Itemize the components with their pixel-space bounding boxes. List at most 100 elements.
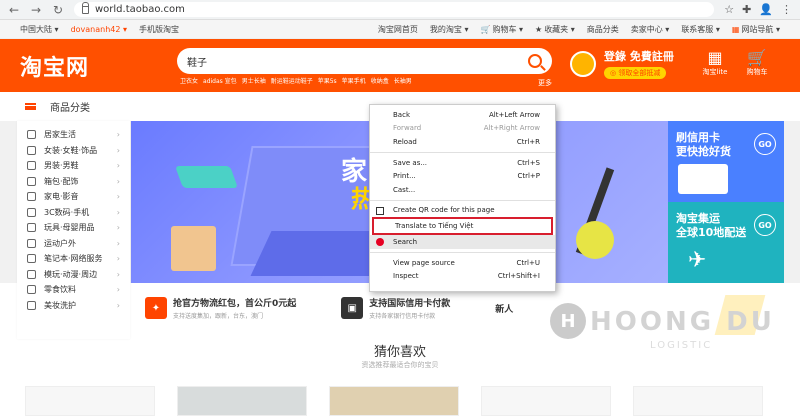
cart-button[interactable]: 🛒 购物车: [742, 49, 772, 77]
menu-label: Print...: [393, 172, 416, 181]
sidebar-item-home[interactable]: 居家生活 ›: [17, 127, 130, 143]
credit-card-payment-info[interactable]: ▣ 支持国际信用卡付款 支持各家银行信用卡付款: [341, 296, 450, 320]
sidebar-item-sports[interactable]: 运动户外 ›: [17, 236, 130, 252]
chevron-right-icon: ›: [116, 207, 120, 217]
menu-shortcut: Alt+Right Arrow: [483, 124, 540, 133]
hotword[interactable]: adidas 宣包: [203, 76, 237, 85]
phone-icon: [27, 207, 36, 217]
menu-label: Cast...: [393, 185, 416, 194]
sidebar-item-beauty[interactable]: 美妆洗护 ›: [17, 298, 130, 314]
menu-item-translate[interactable]: Translate to Tiếng Việt: [372, 217, 553, 236]
avatar[interactable]: [570, 50, 596, 77]
home-link[interactable]: 淘宝网首页: [378, 24, 418, 35]
search-icon[interactable]: [528, 54, 542, 68]
region-selector[interactable]: 中国大陆 ▾: [20, 24, 59, 35]
search-box: [177, 48, 552, 74]
newuser-info[interactable]: 新人: [495, 296, 513, 320]
site-nav-link[interactable]: ▦ 网站导航 ▾: [732, 24, 780, 35]
logistics-redpacket-info[interactable]: ✦ 抢官方物流红包，首公斤0元起 支持送度集加，跟新，台东，澳门: [145, 296, 296, 320]
register-link[interactable]: 免費註冊: [630, 50, 674, 63]
product-card[interactable]: [329, 386, 459, 416]
bookmark-star-icon[interactable]: ☆: [724, 3, 734, 16]
sports-icon: [27, 238, 36, 248]
menu-item-create-qr[interactable]: Create QR code for this page: [370, 204, 555, 218]
menu-label: Back: [393, 110, 410, 119]
go-button[interactable]: GO: [754, 133, 776, 155]
go-button[interactable]: GO: [754, 214, 776, 236]
menu-label: Create QR code for this page: [393, 206, 495, 215]
seller-center-link[interactable]: 卖家中心 ▾: [631, 24, 670, 35]
sidebar-item-women[interactable]: 女装·女鞋·饰品 ›: [17, 143, 130, 159]
chevron-right-icon: ›: [116, 238, 120, 248]
user-area: 登錄 免費註冊 ◎ 领取全部抵减: [570, 48, 674, 79]
sidebar-item-appliances[interactable]: 家电·影音 ›: [17, 189, 130, 205]
username-link[interactable]: dovananh42 ▾: [71, 25, 127, 34]
service-info-row: ✦ 抢官方物流红包，首公斤0元起 支持送度集加，跟新，台东，澳门 ▣ 支持国际信…: [145, 296, 513, 320]
category-sidebar: 居家生活 › 女装·女鞋·饰品 › 男装·男鞋 › 箱包·配饰 › 家电·影音 › 3C数…: [17, 121, 130, 339]
customer-service-link[interactable]: 联系客服 ▾: [681, 24, 720, 35]
product-card[interactable]: [25, 386, 155, 416]
taobao-lite-button[interactable]: ▦ 淘宝lite: [700, 49, 730, 77]
cart-link-label: 购物车 ▾: [492, 24, 524, 34]
menu-item-view-source[interactable]: View page source Ctrl+U: [370, 256, 555, 270]
hotword[interactable]: 苹果5s: [318, 76, 337, 85]
menu-separator: [370, 251, 555, 253]
login-link[interactable]: 登錄: [604, 50, 626, 63]
menu-item-search[interactable]: Search: [370, 235, 555, 249]
favorites-link[interactable]: ★ 收藏夹 ▾: [535, 24, 575, 35]
sidebar-item-bags[interactable]: 箱包·配饰 ›: [17, 174, 130, 190]
cart-link[interactable]: 🛒 购物车 ▾: [480, 24, 523, 35]
my-taobao-link[interactable]: 我的淘宝 ▾: [430, 24, 469, 35]
category-label[interactable]: 商品分类: [50, 99, 90, 114]
sidebar-item-digital[interactable]: 3C数码·手机 ›: [17, 205, 130, 221]
categories-link[interactable]: 商品分类: [587, 24, 619, 35]
profile-icon[interactable]: 👤: [759, 3, 773, 16]
search-input[interactable]: [187, 55, 507, 67]
mobile-link[interactable]: 手机版淘宝: [139, 24, 179, 35]
forward-icon[interactable]: →: [30, 3, 42, 17]
menu-kebab-icon[interactable]: ⋮: [781, 3, 792, 16]
menu-item-reload[interactable]: Reload Ctrl+R: [370, 135, 555, 149]
more-hotwords-link[interactable]: 更多: [538, 78, 552, 88]
reload-icon[interactable]: ↻: [52, 3, 64, 17]
bike-wheel: [576, 221, 614, 259]
hotword[interactable]: 收纳盒: [371, 76, 389, 85]
menu-item-back[interactable]: Back Alt+Left Arrow: [370, 108, 555, 122]
site-topbar: 中国大陆 ▾ dovananh42 ▾ 手机版淘宝 淘宝网首页 我的淘宝 ▾ 🛒…: [0, 20, 800, 39]
promo-credit-card[interactable]: 刷信用卡 更快抢好货 GO: [668, 121, 784, 202]
home-icon: [27, 130, 36, 140]
chevron-right-icon: ›: [116, 192, 120, 202]
sidebar-item-label: 运动户外: [44, 238, 76, 248]
product-card[interactable]: [633, 386, 763, 416]
menu-item-inspect[interactable]: Inspect Ctrl+Shift+I: [370, 269, 555, 283]
coupon-button[interactable]: ◎ 领取全部抵减: [604, 67, 667, 79]
menu-item-cast[interactable]: Cast...: [370, 183, 555, 197]
hotword[interactable]: 卫衣女: [180, 76, 198, 85]
sidebar-item-laptop[interactable]: 笔记本·网络服务 ›: [17, 251, 130, 267]
promo-consolidation[interactable]: 淘宝集运 全球10地配送 GO ✈: [668, 202, 784, 283]
shirt-icon: [27, 161, 36, 171]
taobao-logo[interactable]: 淘宝网: [20, 50, 170, 82]
sidebar-item-label: 箱包·配饰: [44, 176, 79, 186]
chevron-right-icon: ›: [116, 254, 120, 264]
hotword[interactable]: 耐运鞋运动鞋子: [271, 76, 313, 85]
address-bar[interactable]: world.taobao.com: [74, 1, 715, 17]
cart-small-icon: 🛒: [480, 24, 491, 34]
airplane-icon: ✈: [688, 248, 707, 273]
qr-grid-icon: ▦: [707, 48, 723, 67]
hotword[interactable]: 苹果手机: [342, 76, 366, 85]
menu-label: Search: [393, 237, 418, 246]
back-icon[interactable]: ←: [8, 3, 20, 17]
menu-item-save-as[interactable]: Save as... Ctrl+S: [370, 156, 555, 170]
sidebar-item-men[interactable]: 男装·男鞋 ›: [17, 158, 130, 174]
sidebar-item-anime[interactable]: 模玩·动漫·周边 ›: [17, 267, 130, 283]
product-card[interactable]: [481, 386, 611, 416]
menu-item-print[interactable]: Print... Ctrl+P: [370, 169, 555, 183]
hotword[interactable]: 长袖男: [394, 76, 412, 85]
sidebar-item-snacks[interactable]: 零食饮料 ›: [17, 282, 130, 298]
extension-icon[interactable]: ✚: [742, 3, 751, 16]
menu-item-forward[interactable]: Forward Alt+Right Arrow: [370, 122, 555, 136]
sidebar-item-toys[interactable]: 玩具·母婴用品 ›: [17, 220, 130, 236]
hotword[interactable]: 男士长袖: [242, 76, 266, 85]
product-card[interactable]: [177, 386, 307, 416]
